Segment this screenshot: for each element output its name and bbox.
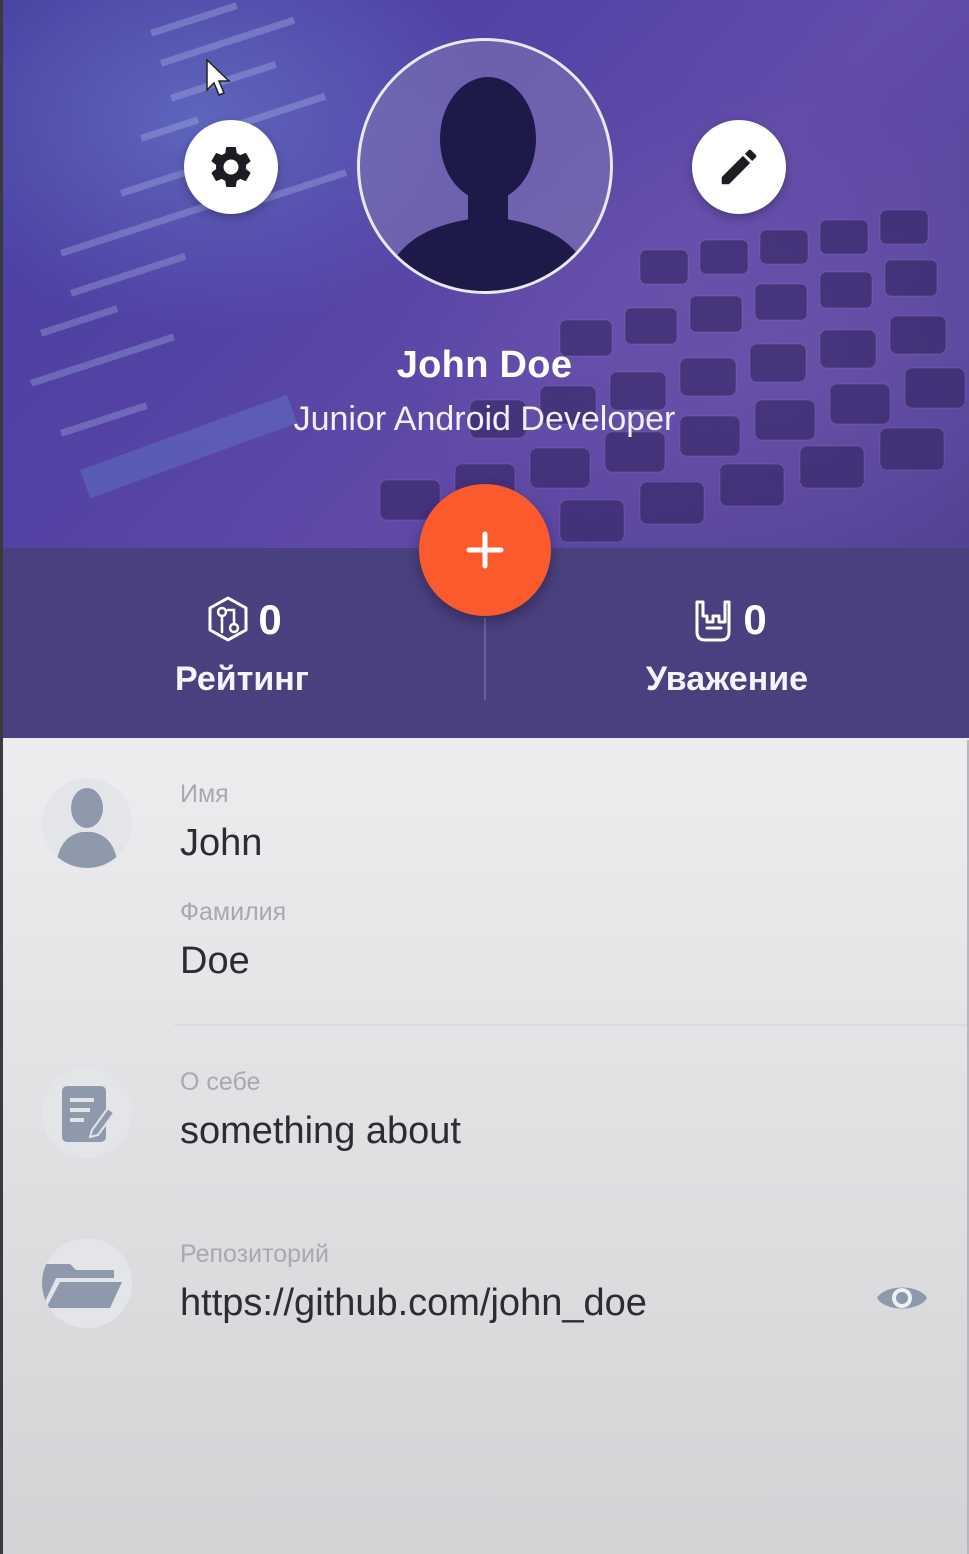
rating-label: Рейтинг (175, 660, 309, 698)
about-label: О себе (180, 1068, 261, 1096)
repository-value[interactable]: https://github.com/john_doe (180, 1282, 647, 1325)
mouse-cursor-icon (206, 58, 231, 96)
folder-icon (42, 1238, 132, 1328)
respect-label: Уважение (645, 660, 809, 698)
divider (174, 1196, 969, 1198)
rating-stat[interactable]: 0 Рейтинг (2, 588, 482, 699)
profile-title: Junior Android Developer (293, 400, 676, 438)
divider (174, 1024, 969, 1026)
plus-icon (466, 531, 504, 569)
person-silhouette-icon (381, 77, 595, 291)
respect-value: 0 (743, 596, 767, 643)
respect-stat[interactable]: 0 Уважение (487, 588, 967, 699)
profile-screen: John Doe Junior Android Developer 0 Рейт… (0, 0, 969, 1554)
last-name-label: Фамилия (180, 898, 287, 926)
first-name-label: Имя (180, 780, 229, 808)
about-document-icon (42, 1068, 132, 1158)
person-icon (42, 778, 132, 868)
pencil-icon (721, 149, 757, 185)
code-review-icon (208, 596, 248, 642)
edit-profile-button[interactable] (692, 120, 786, 214)
gear-icon (211, 147, 251, 187)
repository-label: Репозиторий (180, 1240, 329, 1268)
rating-value: 0 (258, 596, 282, 643)
window-edge (0, 0, 3, 1554)
first-name-value[interactable]: John (180, 822, 262, 865)
profile-name: John Doe (396, 344, 573, 386)
eye-icon (877, 1287, 927, 1309)
about-value[interactable]: something about (180, 1110, 461, 1153)
open-repository-button[interactable] (872, 1276, 932, 1320)
settings-button[interactable] (184, 120, 278, 214)
stats-divider (484, 618, 486, 700)
add-button[interactable] (419, 484, 551, 616)
profile-header: John Doe Junior Android Developer (0, 0, 969, 548)
avatar[interactable] (357, 38, 613, 294)
rock-hand-icon (695, 600, 731, 642)
last-name-value[interactable]: Doe (180, 940, 250, 983)
